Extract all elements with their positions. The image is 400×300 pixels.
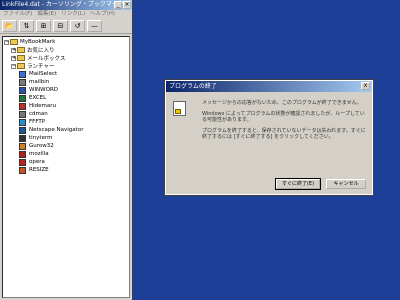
excel-icon (19, 94, 26, 102)
dialog-titlebar[interactable]: プログラムの終了 x (166, 81, 372, 92)
tree-item[interactable]: mailbin (19, 78, 49, 86)
open-folder-button[interactable]: 📂 (2, 20, 17, 32)
window-title: LinkFile4.dat - カーソリング・ブックマーク (2, 1, 124, 8)
tree-item[interactable]: MailSelect (19, 70, 57, 78)
tree-item-label: tinyterm (29, 135, 53, 141)
bookmark-tree[interactable]: − MyBookMark + お気に入り + メールボックス − ランチャー M… (2, 36, 130, 298)
folder-icon (17, 55, 25, 61)
bookmark-window: LinkFile4.dat - カーソリング・ブックマーク _ × ファイル(F… (0, 0, 133, 300)
separator-button[interactable]: — (87, 20, 102, 32)
tree-folder-label: ランチャー (27, 64, 55, 70)
folder-open-icon (17, 63, 25, 69)
menu-edit[interactable]: 編集(E) (37, 10, 56, 19)
tree-item[interactable]: Hidemaru (19, 102, 56, 110)
dialog-paragraph: プログラムを終了すると、保存されていないデータは失われます。すぐに終了するには … (202, 127, 366, 141)
tree-item-label: EXCEL (29, 95, 47, 101)
minimize-button[interactable]: _ (114, 1, 122, 9)
word-icon (19, 86, 26, 94)
app-icon (19, 142, 26, 150)
expand-toggle[interactable]: + (11, 47, 16, 53)
tree-folder-label: お気に入り (27, 48, 55, 54)
tree-root-label: MyBookMark (20, 39, 56, 45)
folder-icon (17, 47, 25, 53)
app-icon (19, 110, 26, 118)
tree-folder-launcher[interactable]: − ランチャー (11, 62, 54, 70)
tree-item-label: Netscape Navigator (29, 127, 84, 133)
browser-icon (19, 158, 26, 166)
tree-item-label: mozilla (29, 151, 49, 157)
window-titlebar[interactable]: LinkFile4.dat - カーソリング・ブックマーク _ × (0, 0, 132, 10)
dialog-close-button[interactable]: x (361, 82, 370, 90)
refresh-button[interactable]: ↺ (70, 20, 85, 32)
end-program-dialog: プログラムの終了 x メッセージからの応答がないため、このプログラムが終了できま… (164, 79, 374, 196)
dialog-paragraph: Windows によってプログラムの状態が確認されましたが、ループしている可能性… (202, 110, 365, 124)
menu-help[interactable]: ヘルプ(H) (90, 10, 115, 19)
tree-root[interactable]: − MyBookMark (4, 38, 55, 46)
menu-bar: ファイル(F) 編集(E) リンク(L) ヘルプ(H) (0, 10, 132, 19)
menu-file[interactable]: ファイル(F) (3, 10, 32, 19)
mail-icon (19, 70, 26, 78)
tree-item-label: FFFTP (29, 119, 46, 125)
window-warning-icon (173, 101, 186, 116)
dialog-title: プログラムの終了 (169, 83, 217, 90)
ftp-icon (19, 118, 26, 126)
tree-item-label: WINWORD (29, 87, 58, 93)
dialog-message: メッセージからの応答がないため、このプログラムが終了できません。 Windows… (202, 100, 368, 145)
tree-item[interactable]: RESIZE (19, 166, 49, 174)
sort-button[interactable]: ⇅ (19, 20, 34, 32)
tree-item[interactable]: FFFTP (19, 118, 45, 126)
dialog-paragraph: メッセージからの応答がないため、このプログラムが終了できません。 (202, 100, 362, 106)
tree-item-label: Gurow32 (29, 143, 54, 149)
tree-item[interactable]: cdman (19, 110, 48, 118)
tree-item[interactable]: WINWORD (19, 86, 58, 94)
folder-icon (10, 39, 18, 45)
tree-item-label: RESIZE (29, 167, 49, 173)
collapse-toggle[interactable]: − (11, 63, 16, 69)
tree-item[interactable]: opera (19, 158, 45, 166)
cancel-button[interactable]: キャンセル (326, 179, 366, 189)
tree-item-label: opera (29, 159, 45, 165)
menu-link[interactable]: リンク(L) (61, 10, 85, 19)
tree-item[interactable]: mozilla (19, 150, 49, 158)
tree-item[interactable]: EXCEL (19, 94, 46, 102)
tree-folder-mailbox[interactable]: + メールボックス (11, 54, 65, 62)
expand-toggle[interactable]: + (11, 55, 16, 61)
tree-item[interactable]: tinyterm (19, 134, 53, 142)
browser-icon (19, 150, 26, 158)
tree-item[interactable]: Netscape Navigator (19, 126, 83, 134)
collapse-toggle[interactable]: − (4, 39, 9, 45)
expand-button[interactable]: ⊞ (36, 20, 51, 32)
browser-icon (19, 126, 26, 134)
tree-folder-favorites[interactable]: + お気に入り (11, 46, 55, 54)
toolbar: 📂 ⇅ ⊞ ⊟ ↺ — (0, 19, 132, 34)
end-now-button[interactable]: すぐに終了(E) (275, 178, 321, 190)
tree-item-label: cdman (29, 111, 48, 117)
tree-item-label: Hidemaru (29, 103, 57, 109)
terminal-icon (19, 134, 26, 142)
tree-folder-label: メールボックス (27, 56, 66, 62)
tree-item-label: mailbin (29, 79, 50, 85)
app-icon (19, 102, 26, 110)
collapse-button[interactable]: ⊟ (53, 20, 68, 32)
close-button[interactable]: × (123, 1, 131, 9)
tree-item-label: MailSelect (29, 71, 58, 77)
app-icon (19, 166, 26, 174)
app-icon (19, 78, 26, 86)
tree-item[interactable]: Gurow32 (19, 142, 54, 150)
